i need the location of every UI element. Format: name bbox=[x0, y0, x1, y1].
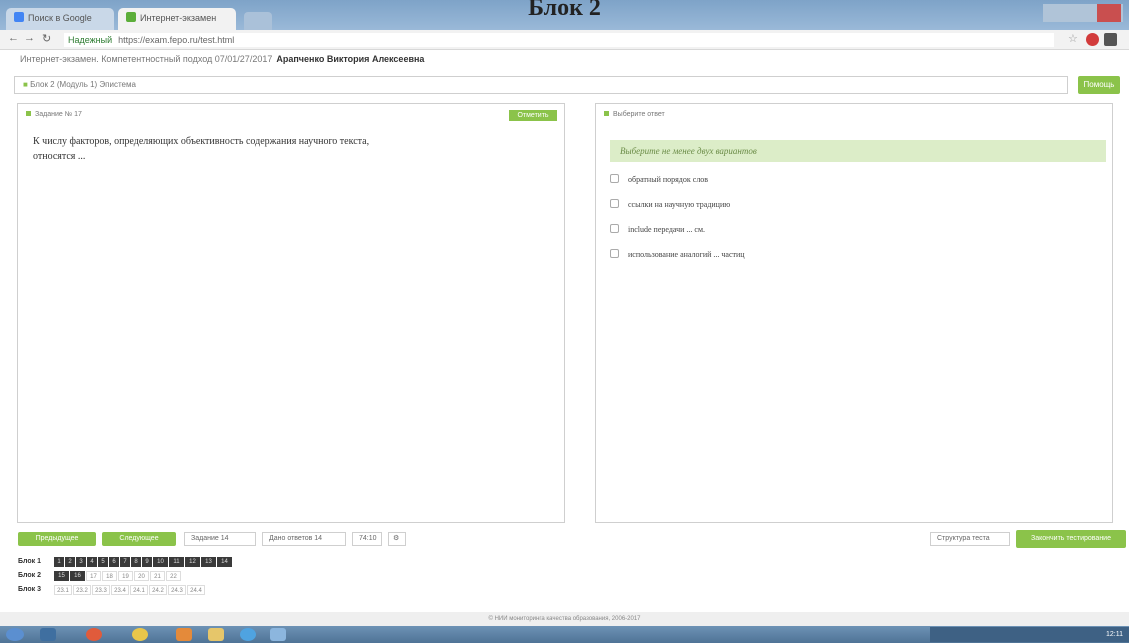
block-3-grid: 23.1 23.2 23.3 23.4 24.1 24.2 24.3 24.4 bbox=[54, 585, 205, 595]
student-info: Интернет-экзамен. Компетентностный подхо… bbox=[20, 54, 425, 64]
task-cell[interactable]: 24.3 bbox=[168, 585, 186, 595]
block-1-label: Блок 1 bbox=[18, 558, 42, 565]
task-cell[interactable]: 24.2 bbox=[149, 585, 167, 595]
answer-option[interactable]: использование аналогий ... частиц bbox=[610, 249, 745, 259]
system-tray: 12:11 bbox=[930, 627, 1129, 642]
task-cell[interactable]: 4 bbox=[87, 557, 97, 567]
task-cell[interactable]: 14 bbox=[217, 557, 232, 567]
forward-icon[interactable]: → bbox=[24, 32, 35, 44]
folder-icon[interactable] bbox=[208, 628, 224, 641]
chrome-active-icon[interactable] bbox=[240, 628, 256, 641]
security-label: Надежный bbox=[68, 35, 113, 45]
task-cell[interactable]: 23.2 bbox=[73, 585, 91, 595]
taskbar: 12:11 bbox=[0, 626, 1129, 643]
task-cell[interactable]: 21 bbox=[150, 571, 165, 581]
window-controls bbox=[1043, 4, 1123, 22]
address-bar: ← → ↻ Надежный https://exam.fepo.ru/test.… bbox=[0, 30, 1129, 50]
task-number: Задание 14 bbox=[184, 532, 256, 546]
task-cell[interactable]: 23.1 bbox=[54, 585, 72, 595]
task-cell[interactable]: 17 bbox=[86, 571, 101, 581]
question-marker-icon bbox=[26, 111, 31, 116]
back-icon[interactable]: ← bbox=[8, 32, 19, 44]
answer-title: Выберите ответ bbox=[604, 111, 665, 118]
question-text: К числу факторов, определяющих объективн… bbox=[33, 136, 370, 162]
app-icon[interactable] bbox=[176, 628, 192, 641]
task-cell[interactable]: 23.3 bbox=[92, 585, 110, 595]
block-1-grid: 1 2 3 4 5 6 7 8 9 10 11 12 13 14 bbox=[54, 557, 232, 567]
task-cell[interactable]: 19 bbox=[118, 571, 133, 581]
word-icon[interactable] bbox=[270, 628, 286, 641]
answer-option[interactable]: ссылки на научную традицию bbox=[610, 199, 730, 209]
task-cell[interactable]: 23.4 bbox=[111, 585, 129, 595]
task-cell[interactable]: 16 bbox=[70, 571, 85, 581]
checkbox[interactable] bbox=[610, 224, 619, 233]
task-cell[interactable]: 24.1 bbox=[130, 585, 148, 595]
checkbox[interactable] bbox=[610, 174, 619, 183]
task-cell[interactable]: 11 bbox=[169, 557, 184, 567]
answer-option[interactable]: обратный порядок слов bbox=[610, 174, 708, 184]
task-cell[interactable]: 12 bbox=[185, 557, 200, 567]
mark-question-button[interactable]: Отметить bbox=[509, 110, 557, 121]
answer-option[interactable]: include передачи ... см. bbox=[610, 224, 705, 234]
browser-app-icon[interactable] bbox=[86, 628, 102, 641]
answer-marker-icon bbox=[604, 111, 609, 116]
close-icon[interactable] bbox=[1097, 4, 1121, 22]
settings-gear-icon[interactable]: ⚙ bbox=[388, 532, 406, 546]
checkbox[interactable] bbox=[610, 249, 619, 258]
help-button[interactable]: Помощь bbox=[1078, 76, 1120, 94]
reload-icon[interactable]: ↻ bbox=[42, 32, 51, 45]
chrome-icon[interactable] bbox=[132, 628, 148, 641]
block-2-grid: 15 16 17 18 19 20 21 22 bbox=[54, 571, 181, 581]
checkbox[interactable] bbox=[610, 199, 619, 208]
minimize-icon[interactable] bbox=[1043, 4, 1067, 22]
task-cell[interactable]: 20 bbox=[134, 571, 149, 581]
task-cell[interactable]: 18 bbox=[102, 571, 117, 581]
task-cell[interactable]: 9 bbox=[142, 557, 152, 567]
previous-button[interactable]: Предыдущее bbox=[18, 532, 96, 546]
answered-count: Дано ответов 14 bbox=[262, 532, 346, 546]
task-cell[interactable]: 5 bbox=[98, 557, 108, 567]
block-2-label: Блок 2 bbox=[18, 572, 42, 579]
finish-test-button[interactable]: Закончить тестирование bbox=[1016, 530, 1126, 548]
task-cell[interactable]: 15 bbox=[54, 571, 69, 581]
task-cell[interactable]: 24.4 bbox=[187, 585, 205, 595]
answer-instruction: Выберите не менее двух вариантов bbox=[610, 140, 1106, 162]
extension-icon[interactable] bbox=[1086, 33, 1099, 46]
question-panel: Задание № 17 Отметить К числу факторов, … bbox=[17, 103, 565, 523]
timer: 74:10 bbox=[352, 532, 382, 546]
student-name: Арапченко Виктория Алексеевна bbox=[276, 54, 425, 64]
task-cell[interactable]: 8 bbox=[131, 557, 141, 567]
block-3-label: Блок 3 bbox=[18, 586, 42, 593]
question-title: Задание № 17 bbox=[26, 111, 82, 118]
task-cell[interactable]: 13 bbox=[201, 557, 216, 567]
task-cell[interactable]: 22 bbox=[166, 571, 181, 581]
task-cell[interactable]: 7 bbox=[120, 557, 130, 567]
page-footer: © НИИ мониторинга качества образования, … bbox=[0, 612, 1129, 626]
explorer-icon[interactable] bbox=[40, 628, 56, 641]
task-cell[interactable]: 1 bbox=[54, 557, 64, 567]
menu-icon[interactable] bbox=[1104, 33, 1117, 46]
url-text: https://exam.fepo.ru/test.html bbox=[118, 35, 235, 45]
url-field[interactable]: Надежный https://exam.fepo.ru/test.html bbox=[64, 33, 1054, 47]
task-cell[interactable]: 2 bbox=[65, 557, 75, 567]
start-button-icon[interactable] bbox=[6, 628, 24, 641]
next-button[interactable]: Следующее bbox=[102, 532, 176, 546]
document-heading: Блок 2 bbox=[528, 0, 601, 16]
bookmark-star-icon[interactable]: ☆ bbox=[1068, 32, 1078, 45]
answer-panel: Выберите ответ Выберите не менее двух ва… bbox=[595, 103, 1113, 523]
clock: 12:11 bbox=[1106, 631, 1123, 638]
task-cell[interactable]: 10 bbox=[153, 557, 168, 567]
test-structure-button[interactable]: Структура теста bbox=[930, 532, 1010, 546]
block-marker-icon: ■ bbox=[23, 80, 28, 89]
maximize-icon[interactable] bbox=[1070, 4, 1094, 22]
task-cell[interactable]: 3 bbox=[76, 557, 86, 567]
block-selector[interactable]: ■ Блок 2 (Модуль 1) Эпистема bbox=[14, 76, 1068, 94]
task-cell[interactable]: 6 bbox=[109, 557, 119, 567]
